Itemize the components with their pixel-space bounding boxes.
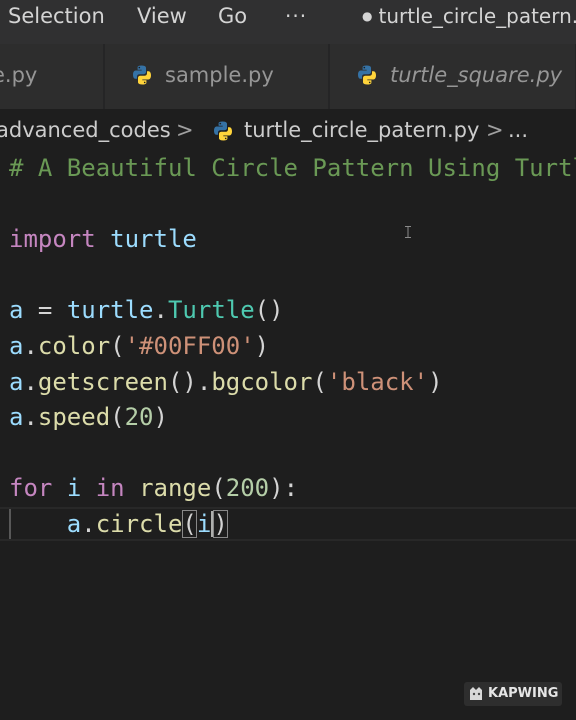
code-token: . [81, 510, 96, 538]
code-token: turtle [66, 296, 154, 325]
code-line[interactable]: a.speed(20) [9, 402, 168, 438]
code-line[interactable]: import turtle [9, 224, 197, 260]
code-token: 200 [225, 474, 270, 503]
code-line[interactable]: for i in range(200): [9, 473, 298, 509]
tab-bar: e.py sample.py turtle_square.py [0, 44, 576, 109]
menu-selection[interactable]: Selection [8, 0, 105, 34]
menu-bar: Selection View Go ··· ● turtle_circle_pat… [0, 0, 576, 44]
menu-view[interactable]: View [137, 0, 187, 34]
unsaved-dot-icon: ● [362, 9, 373, 23]
python-icon [133, 65, 151, 85]
code-token: import [9, 225, 96, 254]
menu-more-icon[interactable]: ··· [285, 0, 307, 34]
code-token: i [66, 474, 82, 503]
code-token: ): [269, 474, 299, 503]
code-line[interactable]: a.circle(i) [9, 509, 228, 545]
window-title: ● turtle_circle_patern.py [362, 0, 576, 34]
text-cursor-icon [405, 226, 411, 238]
code-token: circle [95, 510, 183, 538]
tab-label: sample.py [165, 63, 274, 87]
kapwing-logo-icon [470, 687, 482, 700]
code-token: for [9, 474, 53, 503]
window-title-text: turtle_circle_patern.py [378, 4, 576, 28]
python-icon [214, 121, 232, 141]
breadcrumb-more[interactable]: ... [508, 118, 528, 142]
code-token: a [9, 403, 24, 432]
code-token: ) [428, 367, 443, 396]
code-token: a [9, 332, 24, 360]
tab-label: turtle_square.py [390, 63, 563, 87]
code-token: ( [182, 510, 197, 538]
chevron-right-icon: > [176, 118, 194, 142]
code-token: getscreen [37, 367, 168, 396]
code-editor[interactable]: # A Beautiful Circle Pattern Using Turtl… [0, 153, 576, 720]
watermark-text: KAPWING [488, 686, 559, 701]
code-token: ) [254, 332, 270, 360]
tab-turtle-square[interactable]: turtle_square.py [330, 44, 576, 109]
tab-label: e.py [0, 63, 38, 87]
code-line[interactable]: a.getscreen().bgcolor('black') [9, 367, 443, 403]
code-line[interactable]: a = turtle.Turtle() [9, 295, 284, 331]
chevron-right-icon: > [486, 118, 504, 142]
code-token: color [37, 332, 111, 360]
code-token: a [9, 296, 24, 325]
code-token: a [66, 510, 82, 538]
code-token: bgcolor [211, 367, 313, 396]
code-token: 20 [124, 403, 154, 432]
tab-sample[interactable]: sample.py [105, 44, 329, 109]
code-token: 'black' [326, 367, 429, 396]
code-token: = [23, 296, 67, 325]
code-token: '#00FF00' [124, 332, 255, 360]
python-icon [358, 65, 376, 85]
code-line[interactable]: a.color('#00FF00') [9, 331, 269, 367]
code-token: ( [312, 367, 327, 396]
code-token: # A Beautiful Circle Pattern Using Turtl… [9, 154, 576, 182]
code-token: . [23, 367, 38, 396]
code-token: in [95, 474, 125, 503]
tab-turtle-circle[interactable]: e.py [0, 44, 104, 109]
code-token: ) [213, 510, 228, 538]
code-token: ( [211, 474, 226, 503]
breadcrumb-folder[interactable]: advanced_codes [0, 118, 171, 142]
code-token: ( [110, 332, 125, 360]
code-token: . [23, 332, 38, 360]
code-token: i [196, 510, 212, 538]
breadcrumb-file[interactable]: turtle_circle_patern.py [244, 118, 479, 142]
kapwing-watermark: KAPWING [464, 682, 562, 706]
code-token: speed [37, 403, 111, 432]
code-token: Turtle [167, 296, 255, 325]
code-token: a [9, 367, 24, 396]
code-token: range [139, 474, 212, 503]
breadcrumb: advanced_codes > turtle_circle_patern.py… [0, 109, 576, 153]
menu-go[interactable]: Go [218, 0, 247, 34]
code-token: ) [153, 403, 168, 432]
code-token: () [254, 296, 284, 325]
code-token: . [153, 296, 168, 325]
code-token: ( [110, 403, 125, 432]
code-token: turtle [95, 225, 197, 254]
code-token: . [23, 403, 38, 432]
code-line[interactable]: # A Beautiful Circle Pattern Using Turtl… [9, 153, 576, 189]
code-token: (). [167, 367, 212, 396]
